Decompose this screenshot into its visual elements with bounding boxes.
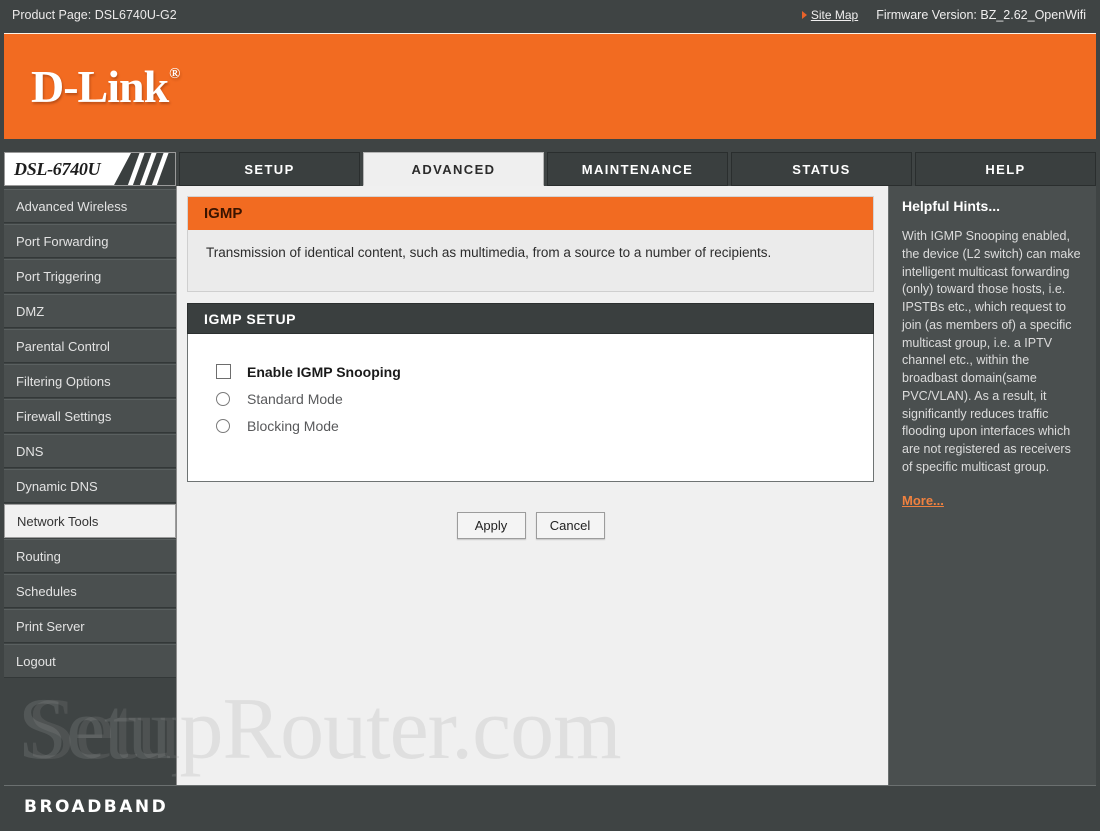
section-header-igmp-setup: IGMP SETUP [187,303,874,334]
helpful-hints-panel: Helpful Hints... With IGMP Snooping enab… [888,186,1096,785]
sidebar-item-logout[interactable]: Logout [4,644,176,678]
standard-mode-label: Standard Mode [247,390,343,407]
option-row-blocking-mode: Blocking Mode [216,412,873,439]
helpful-hints-title: Helpful Hints... [902,198,1000,214]
apply-button[interactable]: Apply [456,512,526,539]
brand-banner: D-Link® [4,33,1096,139]
site-map-link-group[interactable]: Site Map [801,8,858,22]
registered-mark-icon: ® [169,65,180,82]
product-page-label: Product Page: DSL6740U-G2 [12,8,177,22]
sidebar-item-schedules[interactable]: Schedules [4,574,176,608]
page-description: Transmission of identical content, such … [187,230,874,292]
sidebar-item-dynamic-dns[interactable]: Dynamic DNS [4,469,176,503]
firmware-version-label: Firmware Version: BZ_2.62_OpenWifi [876,8,1086,22]
cancel-button[interactable]: Cancel [535,512,605,539]
body-wrapper: Advanced Wireless Port Forwarding Port T… [4,186,1096,785]
model-name: DSL-6740U [14,158,101,179]
sidebar-item-dns[interactable]: DNS [4,434,176,468]
sidebar-item-print-server[interactable]: Print Server [4,609,176,643]
watermark-sidebar: SetupRouter.com [18,681,178,778]
blocking-mode-label: Blocking Mode [247,417,339,434]
dlink-logo-text: D-Link [31,61,169,112]
dlink-logo: D-Link® [4,60,180,113]
standard-mode-radio[interactable] [216,391,230,406]
enable-igmp-snooping-label: Enable IGMP Snooping [247,363,401,380]
arrow-right-icon [801,11,807,19]
option-row-standard-mode: Standard Mode [216,385,873,412]
tab-advanced[interactable]: ADVANCED [363,152,544,186]
enable-igmp-snooping-checkbox[interactable] [216,364,231,379]
helpful-hints-body: With IGMP Snooping enabled, the device (… [902,229,1081,474]
sidebar-item-dmz[interactable]: DMZ [4,294,176,328]
option-row-enable-igmp-snooping: Enable IGMP Snooping [216,358,873,385]
blocking-mode-radio[interactable] [216,418,230,433]
main-nav: DSL-6740U SETUP ADVANCED MAINTENANCE STA… [4,152,1096,186]
helpful-hints-more-link[interactable]: More... [902,493,944,508]
footer-label: BROADBAND [24,796,169,817]
sidebar-nav: Advanced Wireless Port Forwarding Port T… [4,186,178,785]
content-area: IGMP Transmission of identical content, … [27,186,888,785]
form-actions: Apply Cancel [187,512,874,539]
tab-help[interactable]: HELP [915,152,1096,186]
badge-stripes-decoration [113,153,175,185]
tab-maintenance[interactable]: MAINTENANCE [547,152,728,186]
sidebar-item-routing[interactable]: Routing [4,539,176,573]
sidebar-item-port-triggering[interactable]: Port Triggering [4,259,176,293]
page-title: IGMP [187,196,874,230]
sidebar-item-parental-control[interactable]: Parental Control [4,329,176,363]
footer: BROADBAND [4,785,1096,827]
section-body-igmp-setup: Enable IGMP Snooping Standard Mode Block… [187,334,874,482]
sidebar-item-firewall-settings[interactable]: Firewall Settings [4,399,176,433]
site-map-link[interactable]: Site Map [811,8,858,22]
top-product-bar: Product Page: DSL6740U-G2 Site Map Firmw… [0,0,1100,30]
sidebar-item-network-tools[interactable]: Network Tools [4,504,176,538]
sidebar-item-filtering-options[interactable]: Filtering Options [4,364,176,398]
topbar-right-group: Site Map Firmware Version: BZ_2.62_OpenW… [801,8,1100,22]
router-admin-page: Product Page: DSL6740U-G2 Site Map Firmw… [0,0,1100,831]
model-badge: DSL-6740U [4,152,176,186]
sidebar-item-port-forwarding[interactable]: Port Forwarding [4,224,176,258]
tab-setup[interactable]: SETUP [179,152,360,186]
sidebar-item-advanced-wireless[interactable]: Advanced Wireless [4,189,176,223]
tab-status[interactable]: STATUS [731,152,912,186]
